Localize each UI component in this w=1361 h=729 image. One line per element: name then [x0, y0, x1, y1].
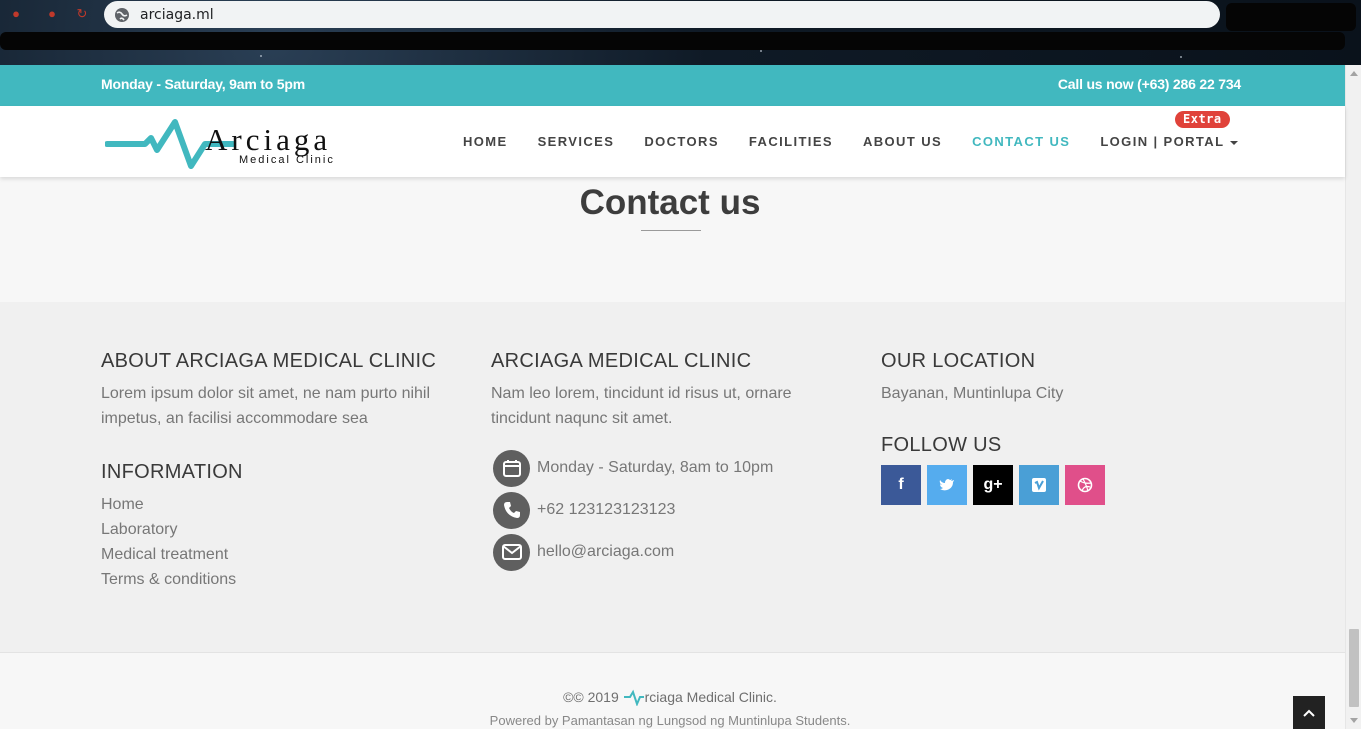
scroll-to-top-button[interactable]	[1293, 696, 1325, 729]
logo-subtitle: Medical Clinic	[239, 154, 335, 166]
url-text: arciaga.ml	[140, 6, 214, 23]
copyright-prefix: ©© 2019	[563, 689, 619, 705]
scroll-down-icon[interactable]	[1350, 718, 1358, 723]
scroll-up-icon[interactable]	[1350, 71, 1358, 76]
calendar-icon	[493, 449, 530, 487]
twitter-icon[interactable]	[927, 465, 967, 505]
footer-about-column: ABOUT ARCIAGA MEDICAL CLINIC Lorem ipsum…	[101, 350, 461, 592]
forward-icon[interactable]: ●	[44, 6, 60, 22]
follow-heading: FOLLOW US	[881, 434, 1002, 456]
redaction-bar	[0, 32, 1345, 50]
email-row: hello@arciaga.com	[491, 533, 831, 571]
globe-icon	[114, 7, 130, 23]
dribbble-icon[interactable]	[1065, 465, 1105, 505]
page-scrollbar[interactable]	[1345, 65, 1361, 729]
information-links: Home Laboratory Medical treatment Terms …	[101, 492, 461, 592]
site-logo[interactable]: Arciaga Medical Clinic	[105, 118, 405, 170]
footer: ABOUT ARCIAGA MEDICAL CLINIC Lorem ipsum…	[0, 302, 1345, 652]
footer-link-terms[interactable]: Terms & conditions	[101, 567, 461, 592]
page-header: Contact us	[0, 177, 1345, 302]
vimeo-icon[interactable]	[1019, 465, 1059, 505]
nav-login-portal-label: LOGIN | PORTAL	[1100, 134, 1225, 149]
copyright-suffix: rciaga Medical Clinic.	[644, 689, 777, 705]
copyright-text: ©© 2019 rciaga Medical Clinic.	[0, 688, 1340, 706]
footer-link-home[interactable]: Home	[101, 492, 461, 517]
extra-badge: Extra	[1175, 111, 1230, 128]
scrollbar-thumb[interactable]	[1349, 629, 1359, 707]
logo-wordmark: Arciaga	[205, 122, 332, 157]
social-links: f g+	[881, 465, 1181, 505]
nav-services[interactable]: SERVICES	[538, 134, 615, 149]
address-bar[interactable]: arciaga.ml	[104, 1, 1220, 28]
nav-facilities[interactable]: FACILITIES	[749, 134, 833, 149]
heartbeat-mini-icon	[623, 689, 644, 706]
location-heading: OUR LOCATION	[881, 350, 1036, 372]
main-navbar: Arciaga Medical Clinic HOME SERVICES DOC…	[0, 106, 1345, 177]
nav-about-us[interactable]: ABOUT US	[863, 134, 942, 149]
main-menu: HOME SERVICES DOCTORS FACILITIES ABOUT U…	[463, 106, 1268, 177]
copyright-bar: ©© 2019 rciaga Medical Clinic. Powered b…	[0, 652, 1345, 729]
footer-location-column: OUR LOCATION Bayanan, Muntinlupa City FO…	[881, 350, 1181, 505]
back-icon[interactable]: ●	[8, 6, 24, 22]
facebook-icon[interactable]: f	[881, 465, 921, 505]
powered-by-text: Powered by Pamantasan ng Lungsod ng Munt…	[489, 713, 851, 728]
email-text[interactable]: hello@arciaga.com	[537, 543, 674, 561]
page-title: Contact us	[579, 183, 761, 222]
caret-down-icon	[1230, 140, 1239, 145]
location-text: Bayanan, Muntinlupa City	[881, 385, 1064, 402]
reload-icon[interactable]: ↻	[74, 6, 90, 22]
google-plus-icon[interactable]: g+	[973, 465, 1013, 505]
clinic-heading: ARCIAGA MEDICAL CLINIC	[491, 350, 752, 372]
phone-row: +62 123123123123	[491, 491, 831, 529]
information-heading: INFORMATION	[101, 461, 243, 483]
about-heading: ABOUT ARCIAGA MEDICAL CLINIC	[101, 350, 437, 372]
opening-hours: Monday - Saturday, 9am to 5pm	[101, 76, 305, 92]
nav-doctors[interactable]: DOCTORS	[644, 134, 719, 149]
title-divider	[641, 230, 701, 231]
footer-link-laboratory[interactable]: Laboratory	[101, 517, 461, 542]
footer-clinic-column: ARCIAGA MEDICAL CLINIC Nam leo lorem, ti…	[491, 350, 831, 571]
nav-home[interactable]: HOME	[463, 134, 508, 149]
phone-icon	[493, 491, 530, 529]
call-us-phone[interactable]: Call us now (+63) 286 22 734	[1058, 76, 1241, 92]
schedule-row: Monday - Saturday, 8am to 10pm	[491, 449, 831, 487]
nav-login-portal[interactable]: LOGIN | PORTAL	[1100, 134, 1239, 149]
redaction-block	[1226, 3, 1356, 31]
browser-chrome: ● ● ↻ arciaga.ml	[0, 0, 1361, 65]
top-info-bar: Monday - Saturday, 9am to 5pm Call us no…	[0, 65, 1345, 106]
clinic-text: Nam leo lorem, tincidunt id risus ut, or…	[491, 385, 792, 427]
footer-link-medical-treatment[interactable]: Medical treatment	[101, 542, 461, 567]
about-text: Lorem ipsum dolor sit amet, ne nam purto…	[101, 385, 431, 427]
chevron-up-icon	[1303, 709, 1315, 717]
schedule-text: Monday - Saturday, 8am to 10pm	[537, 459, 774, 476]
phone-text[interactable]: +62 123123123123	[537, 501, 675, 519]
envelope-icon	[493, 533, 530, 571]
nav-contact-us[interactable]: CONTACT US	[972, 134, 1070, 149]
